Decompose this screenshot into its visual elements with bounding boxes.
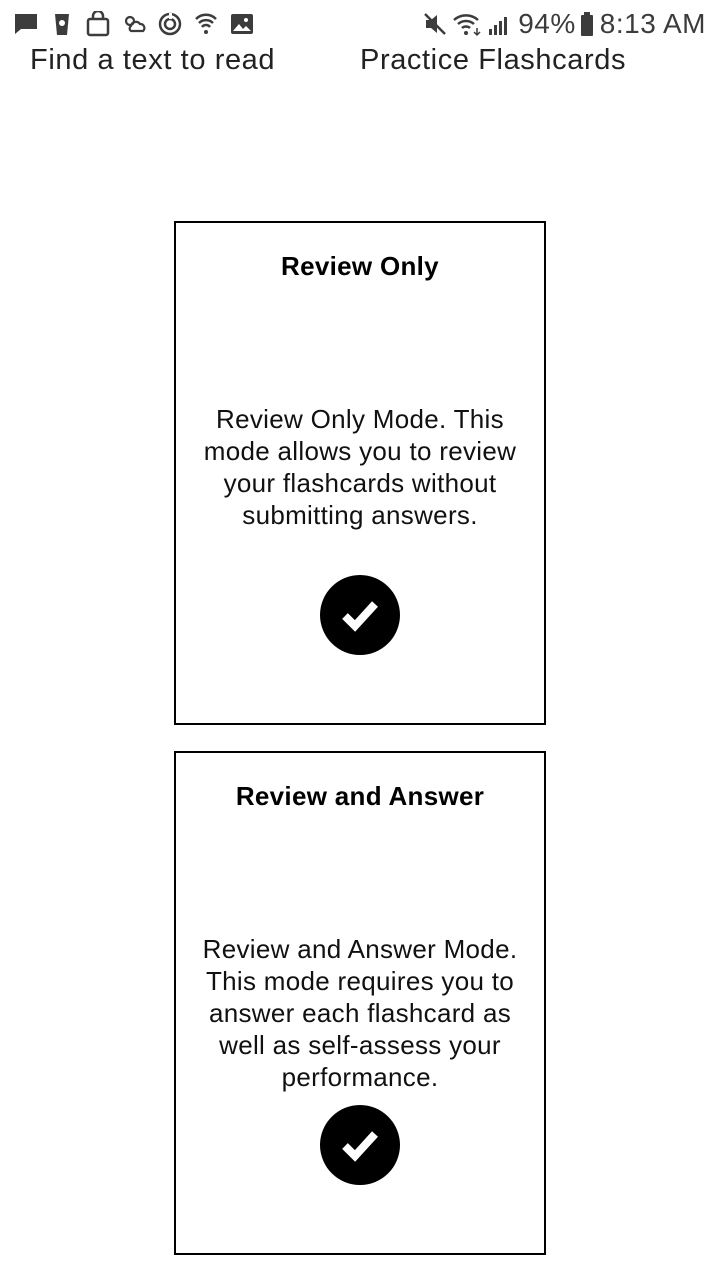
card-description: Review Only Mode. This mode allows you t… [203,404,517,530]
signal-icon [484,10,514,38]
notification-icons [12,10,264,38]
system-status: 94% 8:13 AM [418,8,706,40]
battery-percentage: 94% [518,8,576,39]
wifi-call-icon [192,10,220,38]
practice-flashcards-link[interactable]: Practice Flashcards [360,44,626,77]
sync-icon [156,10,184,38]
card-title: Review and Answer [235,781,485,811]
find-text-link[interactable]: Find a text to read [30,44,275,77]
image-icon [228,10,256,38]
card-title: Review Only [281,251,439,281]
card-description: Review and Answer Mode. This mode requir… [202,934,518,1092]
mute-icon [420,10,450,38]
review-only-card[interactable]: Review Only Review Only Mode. This mode … [174,221,546,725]
weather-icon [120,10,148,38]
status-bar: 94% 8:13 AM [0,0,720,48]
message-icon [12,10,40,38]
check-circle-icon[interactable] [320,575,400,655]
cup-icon [48,10,76,38]
check-circle-icon[interactable] [320,1105,400,1185]
battery-icon [578,10,596,38]
clock: 8:13 AM [599,8,706,39]
review-and-answer-card[interactable]: Review and Answer Review and Answer Mode… [174,751,546,1255]
wifi-icon [452,10,482,38]
shopping-bag-icon [84,10,112,38]
